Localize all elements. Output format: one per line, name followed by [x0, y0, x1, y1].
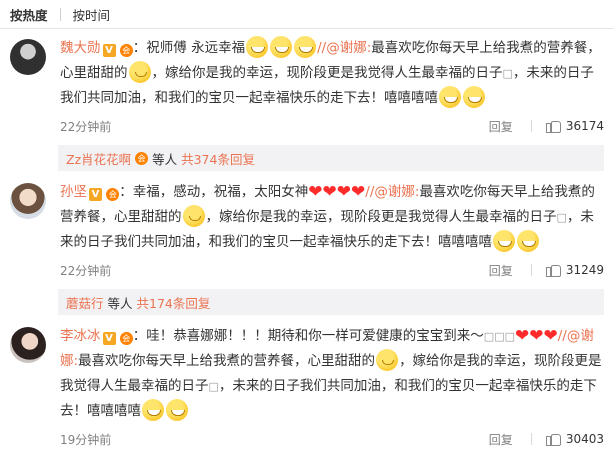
divider	[530, 120, 532, 132]
comment-text: 孙坚 V 会：幸福，感动，祝福，太阳女神❤❤❤❤//@谢娜:最喜欢吃你每天早上给我…	[60, 180, 604, 255]
missing-glyph: □□□	[483, 330, 515, 343]
commenter-name[interactable]: 孙坚	[60, 184, 87, 200]
quoted-text: ，嫁给你是我的幸运，现阶段更是我觉得人生最幸福的日子	[205, 209, 557, 225]
thumb-up-icon	[545, 119, 561, 133]
quoted-text: ，嫁给你是我的幸运，现阶段更是我觉得人生最幸福的日子	[151, 65, 503, 81]
verified-badge-icon: V	[102, 332, 116, 345]
comment-meta: 22分钟前 回复 31249	[60, 257, 604, 283]
missing-glyph: □	[556, 211, 567, 224]
commenter-name[interactable]: 魏大勋	[60, 40, 101, 56]
comment-time: 22分钟前	[60, 263, 112, 278]
commenter-name[interactable]: 李冰冰	[60, 328, 101, 344]
thumb-up-icon	[545, 432, 561, 446]
quoted-text: 最喜欢吃你每天早上给我煮的营养餐，心里甜甜的	[78, 353, 376, 369]
vip-member-icon: 会	[119, 332, 133, 345]
sub-replies-box[interactable]: Zz肖花花啊 会 等人 共374条回复	[58, 145, 604, 171]
sub-reply-user[interactable]: 蘑菇行	[66, 293, 104, 312]
grin-emoji-icon	[166, 399, 188, 421]
comment-meta: 22分钟前 回复 36174	[60, 113, 604, 139]
mention-link[interactable]: //@谢娜:	[365, 184, 419, 200]
vip-member-icon: 会	[106, 188, 120, 201]
sort-by-hot-tab[interactable]: 按热度	[10, 5, 60, 24]
grin-emoji-icon	[493, 230, 515, 252]
comment-item: 孙坚 V 会：幸福，感动，祝福，太阳女神❤❤❤❤//@谢娜:最喜欢吃你每天早上给我…	[0, 173, 614, 315]
comment-item: 魏大勋 V 会：祝师傅 永远幸福//@谢娜:最喜欢吃你每天早上给我煮的营养餐，心里…	[0, 29, 614, 171]
verified-badge-icon: V	[102, 44, 116, 57]
like-button[interactable]: 31249	[545, 263, 604, 277]
comment-meta: 19分钟前 回复 30403	[60, 426, 604, 452]
sort-by-time-tab[interactable]: 按时间	[73, 5, 123, 24]
thumb-up-icon	[545, 263, 561, 277]
like-button[interactable]: 30403	[545, 432, 604, 446]
vip-member-icon: 会	[135, 151, 149, 165]
comment-body: ：幸福，感动，祝福，太阳女神	[119, 184, 309, 200]
smile-emoji-icon	[182, 205, 205, 227]
grin-emoji-icon	[517, 230, 539, 252]
smile-emoji-icon	[128, 61, 151, 83]
grin-emoji-icon	[294, 36, 317, 58]
like-count: 36174	[565, 119, 604, 133]
divider	[530, 433, 532, 445]
verified-badge-icon: V	[89, 188, 102, 201]
sub-reply-count-link[interactable]: 共174条回复	[137, 293, 211, 312]
reply-button[interactable]: 回复	[489, 431, 513, 448]
like-count: 30403	[565, 432, 604, 446]
grin-emoji-icon	[463, 86, 485, 108]
missing-glyph: □	[208, 380, 219, 393]
like-button[interactable]: 36174	[545, 119, 604, 133]
comment-text: 李冰冰 V 会：哇！恭喜娜娜！！！期待和你一样可爱健康的宝宝到来～□□□❤❤❤//…	[60, 324, 604, 424]
grin-emoji-icon	[439, 86, 461, 108]
like-count: 31249	[565, 263, 604, 277]
sub-reply-text: 等人	[152, 151, 178, 167]
mention-link[interactable]: //@谢娜:	[317, 40, 371, 56]
heart-icon: ❤❤❤	[514, 326, 558, 346]
sub-reply-user[interactable]: Zz肖花花啊	[66, 149, 131, 168]
avatar[interactable]	[10, 183, 46, 219]
sort-bar: 按热度 按时间	[0, 0, 614, 29]
missing-glyph: □	[502, 67, 513, 80]
comment-item: 李冰冰 V 会：哇！恭喜娜娜！！！期待和你一样可爱健康的宝宝到来～□□□❤❤❤//…	[0, 317, 614, 452]
divider	[530, 264, 532, 276]
vip-member-icon: 会	[119, 44, 133, 57]
avatar[interactable]	[10, 39, 46, 75]
smile-emoji-icon	[376, 349, 399, 371]
grin-emoji-icon	[142, 399, 164, 421]
heart-icon: ❤❤❤❤	[308, 182, 366, 202]
comment-time: 22分钟前	[60, 119, 112, 134]
grin-emoji-icon	[246, 36, 269, 58]
comment-time: 19分钟前	[60, 432, 112, 447]
grin-emoji-icon	[270, 36, 293, 58]
comment-body: ：哇！恭喜娜娜！！！期待和你一样可爱健康的宝宝到来～	[132, 328, 484, 344]
sub-reply-text: 等人	[107, 295, 133, 311]
comment-text: 魏大勋 V 会：祝师傅 永远幸福//@谢娜:最喜欢吃你每天早上给我煮的营养餐，心里…	[60, 36, 604, 111]
comment-body: ：祝师傅 永远幸福	[132, 40, 246, 56]
sort-divider	[59, 7, 61, 21]
avatar[interactable]	[10, 327, 46, 363]
reply-button[interactable]: 回复	[489, 262, 513, 279]
sub-replies-box[interactable]: 蘑菇行 等人 共174条回复	[58, 289, 604, 315]
reply-button[interactable]: 回复	[489, 118, 513, 135]
sub-reply-count-link[interactable]: 共374条回复	[181, 149, 255, 168]
